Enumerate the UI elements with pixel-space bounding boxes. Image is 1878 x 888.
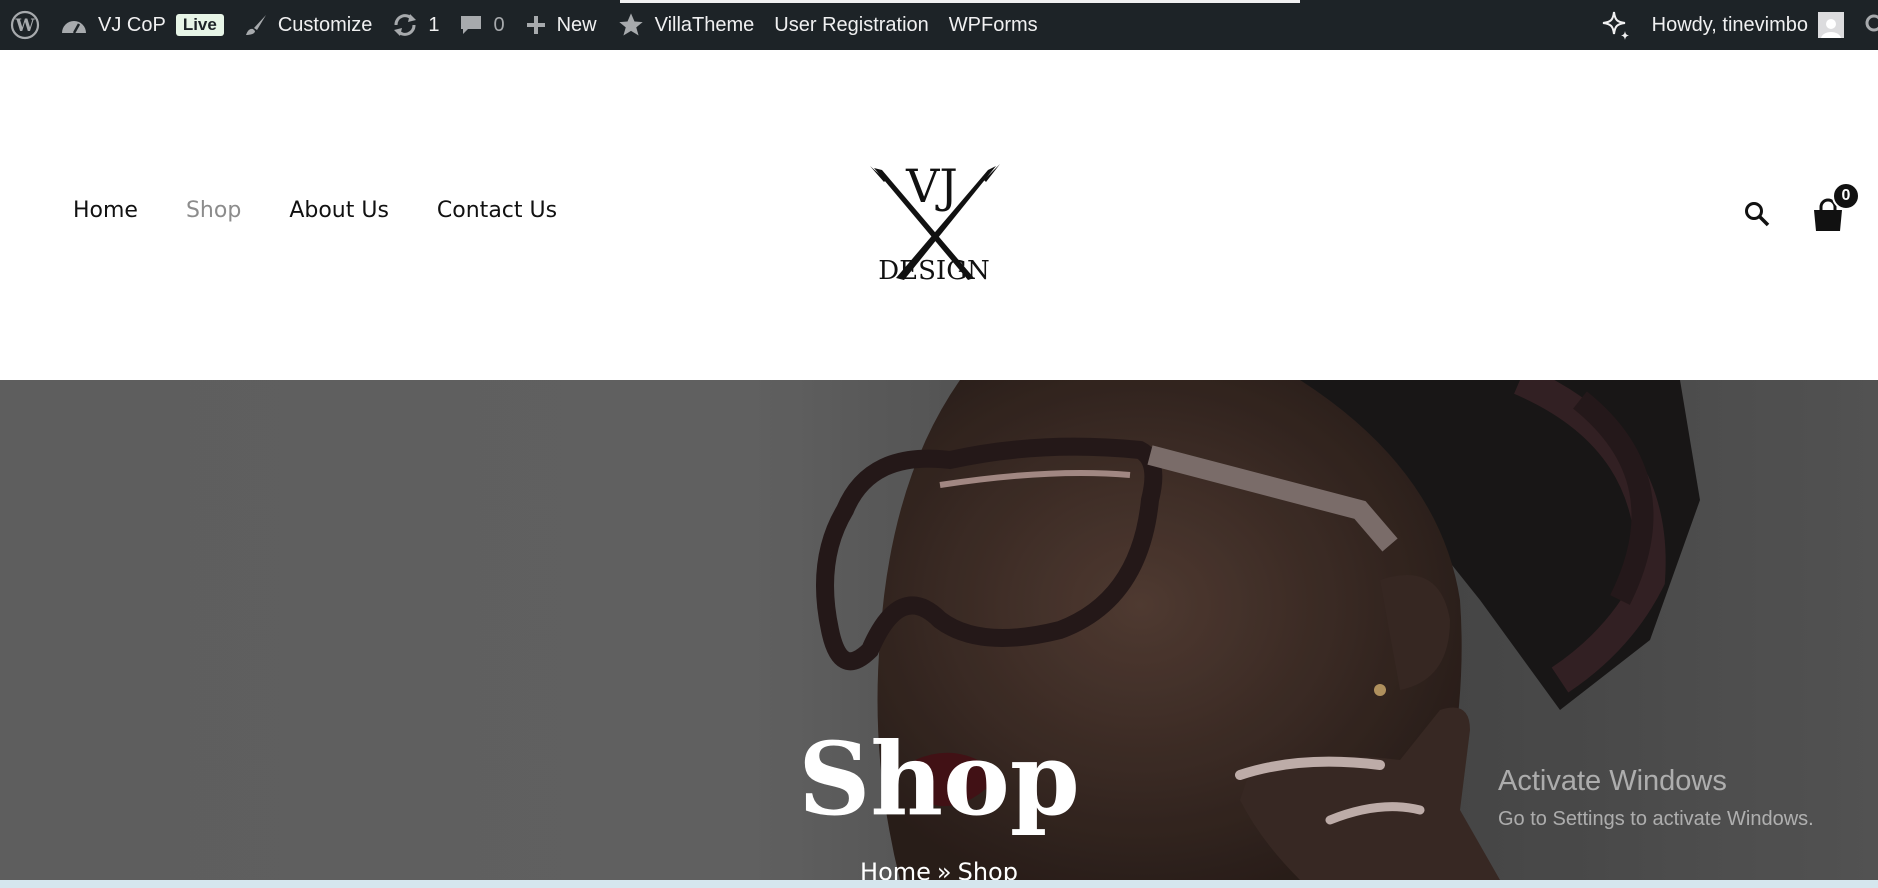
user-registration-menu[interactable]: User Registration: [764, 0, 939, 50]
new-label: New: [556, 13, 597, 36]
villatheme-menu[interactable]: VillaTheme: [607, 0, 765, 50]
my-account-menu[interactable]: Howdy, tinevimbo: [1642, 0, 1856, 50]
site-name: VJ CoP: [98, 13, 166, 36]
breadcrumb-home[interactable]: Home: [860, 858, 931, 880]
page-hero: Shop Home» Shop Activate Windows Go to Se…: [0, 380, 1878, 880]
comments-link[interactable]: 0: [449, 0, 514, 50]
wpforms-menu[interactable]: WPForms: [939, 0, 1048, 50]
bottom-edge: [0, 880, 1878, 888]
customize-label: Customize: [277, 13, 373, 36]
activate-windows-subtitle: Go to Settings to activate Windows.: [1498, 808, 1814, 830]
new-content-menu[interactable]: New: [515, 0, 607, 50]
site-name-menu[interactable]: VJ CoP Live: [50, 0, 234, 50]
cart-count-badge: 0: [1832, 182, 1860, 210]
updates-count: 1: [428, 13, 440, 36]
breadcrumb-separator: »: [936, 858, 952, 880]
wpforms-label: WPForms: [948, 13, 1038, 36]
sparkle-icon: [1600, 9, 1632, 41]
activate-windows-title: Activate Windows: [1498, 765, 1727, 797]
brush-icon: [244, 13, 268, 37]
updates-link[interactable]: 1: [382, 0, 449, 50]
comment-icon: [459, 13, 483, 37]
nav-shop[interactable]: Shop: [186, 198, 241, 223]
star-icon: [617, 11, 645, 39]
wordpress-logo-icon: W: [10, 10, 40, 40]
howdy-label: Howdy, tinevimbo: [1651, 13, 1808, 36]
nav-home[interactable]: Home: [73, 198, 138, 223]
header-actions: 0: [1744, 182, 1860, 234]
customize-link[interactable]: Customize: [234, 0, 382, 50]
admin-bar-highlight: [620, 0, 1300, 3]
comments-count: 0: [493, 13, 505, 36]
breadcrumb-current: Shop: [957, 858, 1018, 880]
logo-bottom-text: DESIGN: [878, 256, 989, 286]
activate-windows-watermark: Activate Windows Go to Settings to activ…: [1498, 765, 1814, 831]
site-logo[interactable]: VJ DESIGN: [870, 140, 1000, 290]
updates-icon: [392, 13, 418, 37]
ai-assistant-button[interactable]: [1590, 0, 1642, 50]
villatheme-label: VillaTheme: [654, 13, 755, 36]
wp-logo-menu[interactable]: W: [0, 0, 50, 50]
search-icon: [1745, 201, 1770, 226]
logo-top-text: VJ: [905, 159, 958, 213]
wp-admin-bar: W VJ CoP Live Customize 1 0 New VillaThe…: [0, 0, 1878, 50]
user-registration-label: User Registration: [774, 13, 929, 36]
nav-about-us[interactable]: About Us: [289, 198, 389, 223]
search-icon: [1864, 13, 1878, 37]
breadcrumb: Home» Shop: [0, 858, 1878, 880]
dashboard-icon: [60, 13, 88, 37]
cart-button[interactable]: 0: [1810, 182, 1860, 234]
plus-icon: [525, 14, 547, 36]
nav-contact-us[interactable]: Contact Us: [437, 198, 557, 223]
svg-text:W: W: [14, 16, 35, 36]
avatar: [1818, 12, 1844, 38]
main-navigation: Home Shop About Us Contact Us: [73, 198, 557, 223]
live-badge: Live: [175, 14, 224, 36]
site-header: Home Shop About Us Contact Us VJ DESIGN …: [0, 50, 1878, 380]
header-search-button[interactable]: [1744, 201, 1770, 232]
admin-search-button[interactable]: [1856, 0, 1878, 50]
